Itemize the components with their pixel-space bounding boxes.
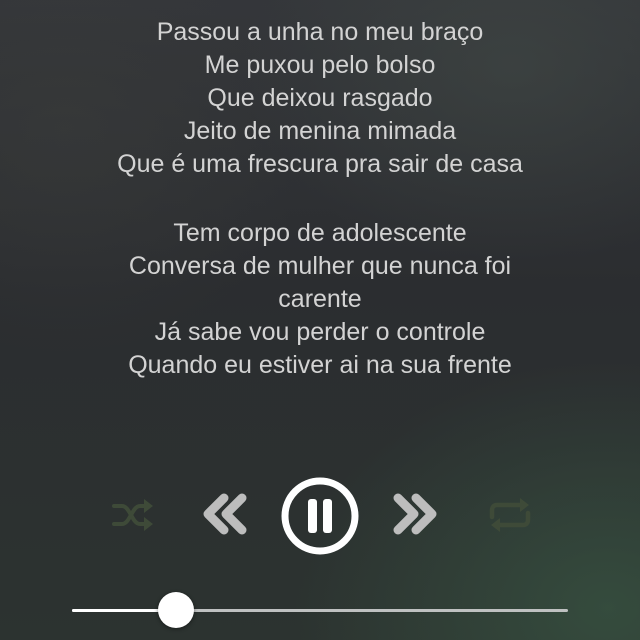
shuffle-button[interactable] [110, 496, 156, 534]
lyric-line: Jeito de menina mimada [183, 117, 457, 145]
rewind-icon [203, 493, 247, 535]
lyric-line: Conversa de mulher que nunca foi [128, 252, 512, 280]
lyric-line: carente [278, 285, 362, 313]
lyric-line: Passou a unha no meu braço [156, 18, 484, 46]
pause-button[interactable] [280, 476, 360, 556]
playback-progress-slider[interactable] [72, 592, 568, 628]
progress-thumb[interactable] [158, 592, 195, 628]
next-track-button[interactable] [388, 490, 442, 538]
lyric-line: Já sabe vou perder o controle [154, 318, 486, 346]
lyric-line: Quando eu estiver ai na sua frente [128, 351, 512, 379]
lyric-line: Tem corpo de adolescente [173, 219, 467, 247]
lyric-line: Que deixou rasgado [207, 84, 433, 112]
lyric-line: Me puxou pelo bolso [204, 51, 436, 79]
shuffle-icon [112, 499, 153, 531]
repeat-icon [489, 498, 531, 532]
lyric-line: Que é uma frescura pra sair de casa [117, 150, 523, 178]
pause-icon [281, 477, 359, 555]
previous-track-button[interactable] [198, 490, 252, 538]
lyrics-panel: Passou a unha no meu braço Me puxou pelo… [0, 16, 640, 382]
stanza-break [0, 181, 640, 217]
playback-controls [0, 474, 640, 556]
repeat-button[interactable] [486, 496, 534, 534]
fast-forward-icon [393, 493, 437, 535]
